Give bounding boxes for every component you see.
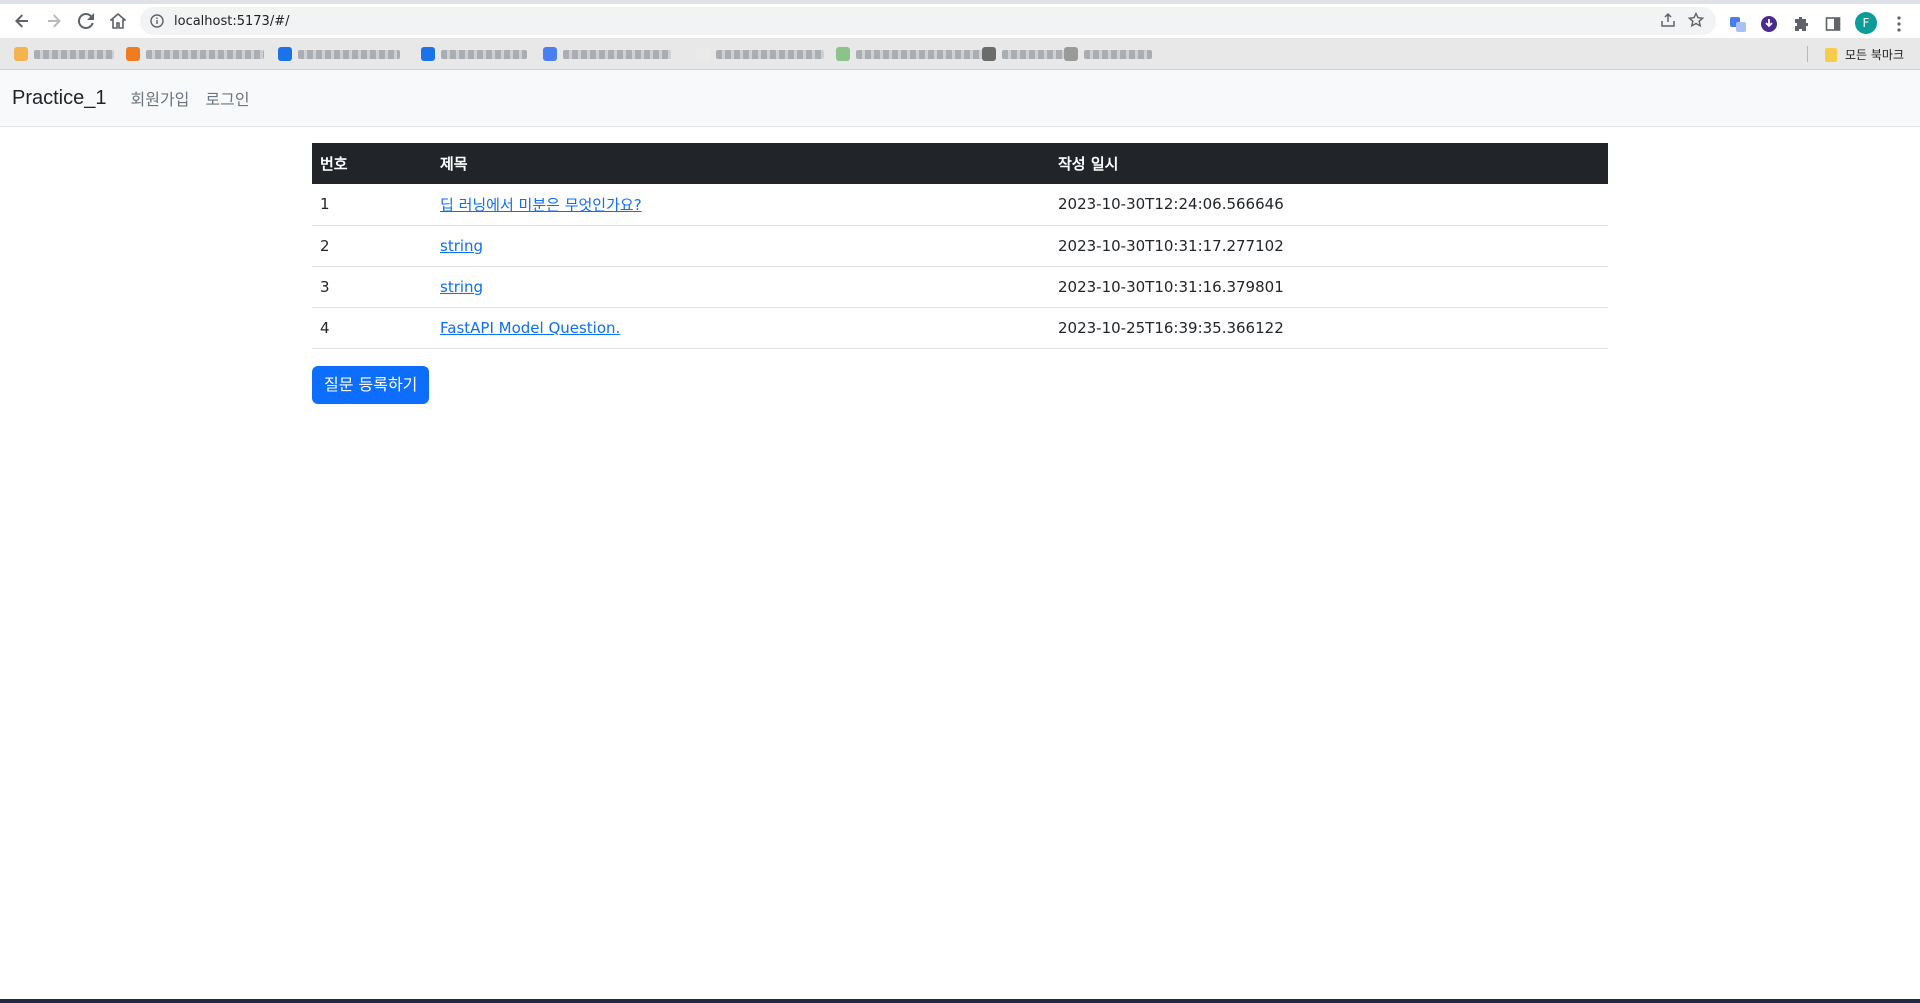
app-navbar: Practice_1 회원가입 로그인 <box>0 70 1920 127</box>
home-button[interactable] <box>102 5 134 37</box>
bookmark-item[interactable] <box>836 47 984 61</box>
bookmark-star-icon[interactable] <box>1687 11 1705 33</box>
arrow-left-icon <box>15 14 28 28</box>
nav-link-login[interactable]: 로그인 <box>205 86 249 110</box>
all-bookmarks-label: 모든 북마크 <box>1844 48 1904 62</box>
table-row: 3 string 2023-10-30T10:31:16.379801 <box>312 266 1608 308</box>
table-row: 2 string 2023-10-30T10:31:17.277102 <box>312 225 1608 267</box>
download-extension-icon[interactable] <box>1758 13 1780 35</box>
row-created-at: 2023-10-25T16:39:35.366122 <box>1050 307 1608 349</box>
site-info-icon[interactable] <box>140 14 174 28</box>
site-favicon-icon <box>421 47 435 61</box>
column-header-created: 작성 일시 <box>1058 155 1119 173</box>
taskbar-edge <box>0 999 1920 1003</box>
navbar-brand[interactable]: Practice_1 <box>12 87 107 110</box>
folder-icon <box>1824 47 1837 62</box>
row-number: 4 <box>312 307 432 349</box>
arrow-right-icon <box>48 14 61 28</box>
row-number: 3 <box>312 266 432 308</box>
back-button[interactable] <box>6 5 38 37</box>
table-row: 1 딥 러닝에서 미분은 무엇인가요? 2023-10-30T12:24:06.… <box>312 184 1608 226</box>
bookmarks-bar: 모든 북마크 <box>0 38 1920 70</box>
bookmark-item[interactable] <box>543 47 671 61</box>
create-question-button[interactable]: 질문 등록하기 <box>312 365 430 404</box>
site-favicon-icon <box>836 47 850 61</box>
browser-menu-kebab-icon[interactable] <box>1888 13 1910 35</box>
question-title-link[interactable]: FastAPI Model Question. <box>440 319 620 337</box>
url-text[interactable]: localhost:5173/#/ <box>174 14 289 29</box>
site-favicon-icon <box>982 47 996 61</box>
site-favicon-icon <box>543 47 557 61</box>
address-bar[interactable]: localhost:5173/#/ <box>140 7 1716 35</box>
table-header-row: 번호 제목 작성 일시 <box>312 143 1608 184</box>
home-icon <box>110 13 126 29</box>
question-title-link[interactable]: string <box>440 278 483 296</box>
bookmark-item[interactable] <box>278 47 400 61</box>
nav-link-signup[interactable]: 회원가입 <box>131 86 190 110</box>
bookmarks-divider <box>1807 46 1808 62</box>
bookmark-item[interactable] <box>421 47 527 61</box>
row-created-at: 2023-10-30T12:24:06.566646 <box>1050 184 1608 226</box>
site-favicon-icon <box>696 47 710 61</box>
profile-avatar[interactable]: F <box>1855 12 1877 34</box>
extensions-puzzle-icon[interactable] <box>1790 13 1812 35</box>
site-favicon-icon <box>278 47 292 61</box>
browser-toolbar: localhost:5173/#/ F <box>0 4 1920 38</box>
reload-button[interactable] <box>70 5 102 37</box>
row-created-at: 2023-10-30T10:31:16.379801 <box>1050 266 1608 308</box>
side-panel-icon[interactable] <box>1822 13 1844 35</box>
all-bookmarks-button[interactable]: 모든 북마크 <box>1824 46 1904 63</box>
bookmark-item[interactable] <box>14 47 114 61</box>
forward-button[interactable] <box>38 5 70 37</box>
share-icon[interactable] <box>1660 12 1676 33</box>
site-favicon-icon <box>126 47 140 61</box>
reload-icon <box>78 13 94 29</box>
translate-extension-icon[interactable] <box>1727 13 1749 35</box>
bookmark-item[interactable] <box>982 47 1064 61</box>
bookmark-item[interactable] <box>696 47 824 61</box>
table-row: 4 FastAPI Model Question. 2023-10-25T16:… <box>312 307 1608 349</box>
column-header-number: 번호 <box>320 155 348 173</box>
bookmark-item[interactable] <box>126 47 264 61</box>
column-header-title: 제목 <box>440 155 468 173</box>
folder-icon <box>14 47 28 61</box>
row-created-at: 2023-10-30T10:31:17.277102 <box>1050 225 1608 267</box>
main-container: 번호 제목 작성 일시 1 딥 러닝에서 미분은 무엇인가요? 2023-10-… <box>312 143 1608 404</box>
row-number: 2 <box>312 225 432 267</box>
site-favicon-icon <box>1064 47 1078 61</box>
question-title-link[interactable]: string <box>440 237 483 255</box>
question-table: 번호 제목 작성 일시 1 딥 러닝에서 미분은 무엇인가요? 2023-10-… <box>312 143 1608 349</box>
bookmark-item[interactable] <box>1064 47 1152 61</box>
row-number: 1 <box>312 184 432 226</box>
question-title-link[interactable]: 딥 러닝에서 미분은 무엇인가요? <box>440 196 642 214</box>
